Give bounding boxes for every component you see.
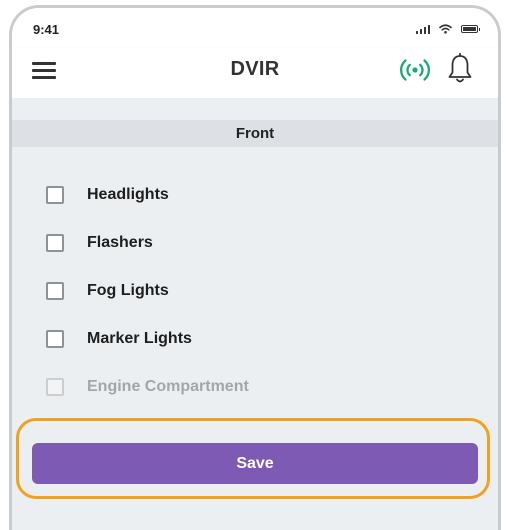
checkbox[interactable] [46,330,64,348]
highlight-ring [16,418,490,499]
battery-icon [461,25,480,33]
item-label: Flashers [87,234,153,251]
checkbox[interactable] [46,234,64,252]
checkbox[interactable] [46,186,64,204]
broadcast-icon[interactable] [398,55,432,85]
status-icons [415,24,480,34]
checklist-item-engine-compartment[interactable]: Engine Compartment [12,363,498,411]
signal-icon [415,24,430,34]
wifi-icon [439,24,452,34]
section-header: Front [12,120,498,147]
checklist-item-fog-lights[interactable]: Fog Lights [12,267,498,315]
item-label: Engine Compartment [87,378,249,395]
status-bar: 9:41 [12,8,498,48]
item-label: Marker Lights [87,330,192,347]
checkbox[interactable] [46,282,64,300]
checkbox[interactable] [46,378,64,396]
checklist: Headlights Flashers Fog Lights Marker Li… [12,171,498,411]
bell-icon[interactable] [446,52,474,86]
status-time: 9:41 [33,22,60,37]
checklist-item-flashers[interactable]: Flashers [12,219,498,267]
item-label: Fog Lights [87,282,169,299]
checklist-item-headlights[interactable]: Headlights [12,171,498,219]
item-label: Headlights [87,186,169,203]
app-bar: DVIR [12,48,498,98]
checklist-item-marker-lights[interactable]: Marker Lights [12,315,498,363]
